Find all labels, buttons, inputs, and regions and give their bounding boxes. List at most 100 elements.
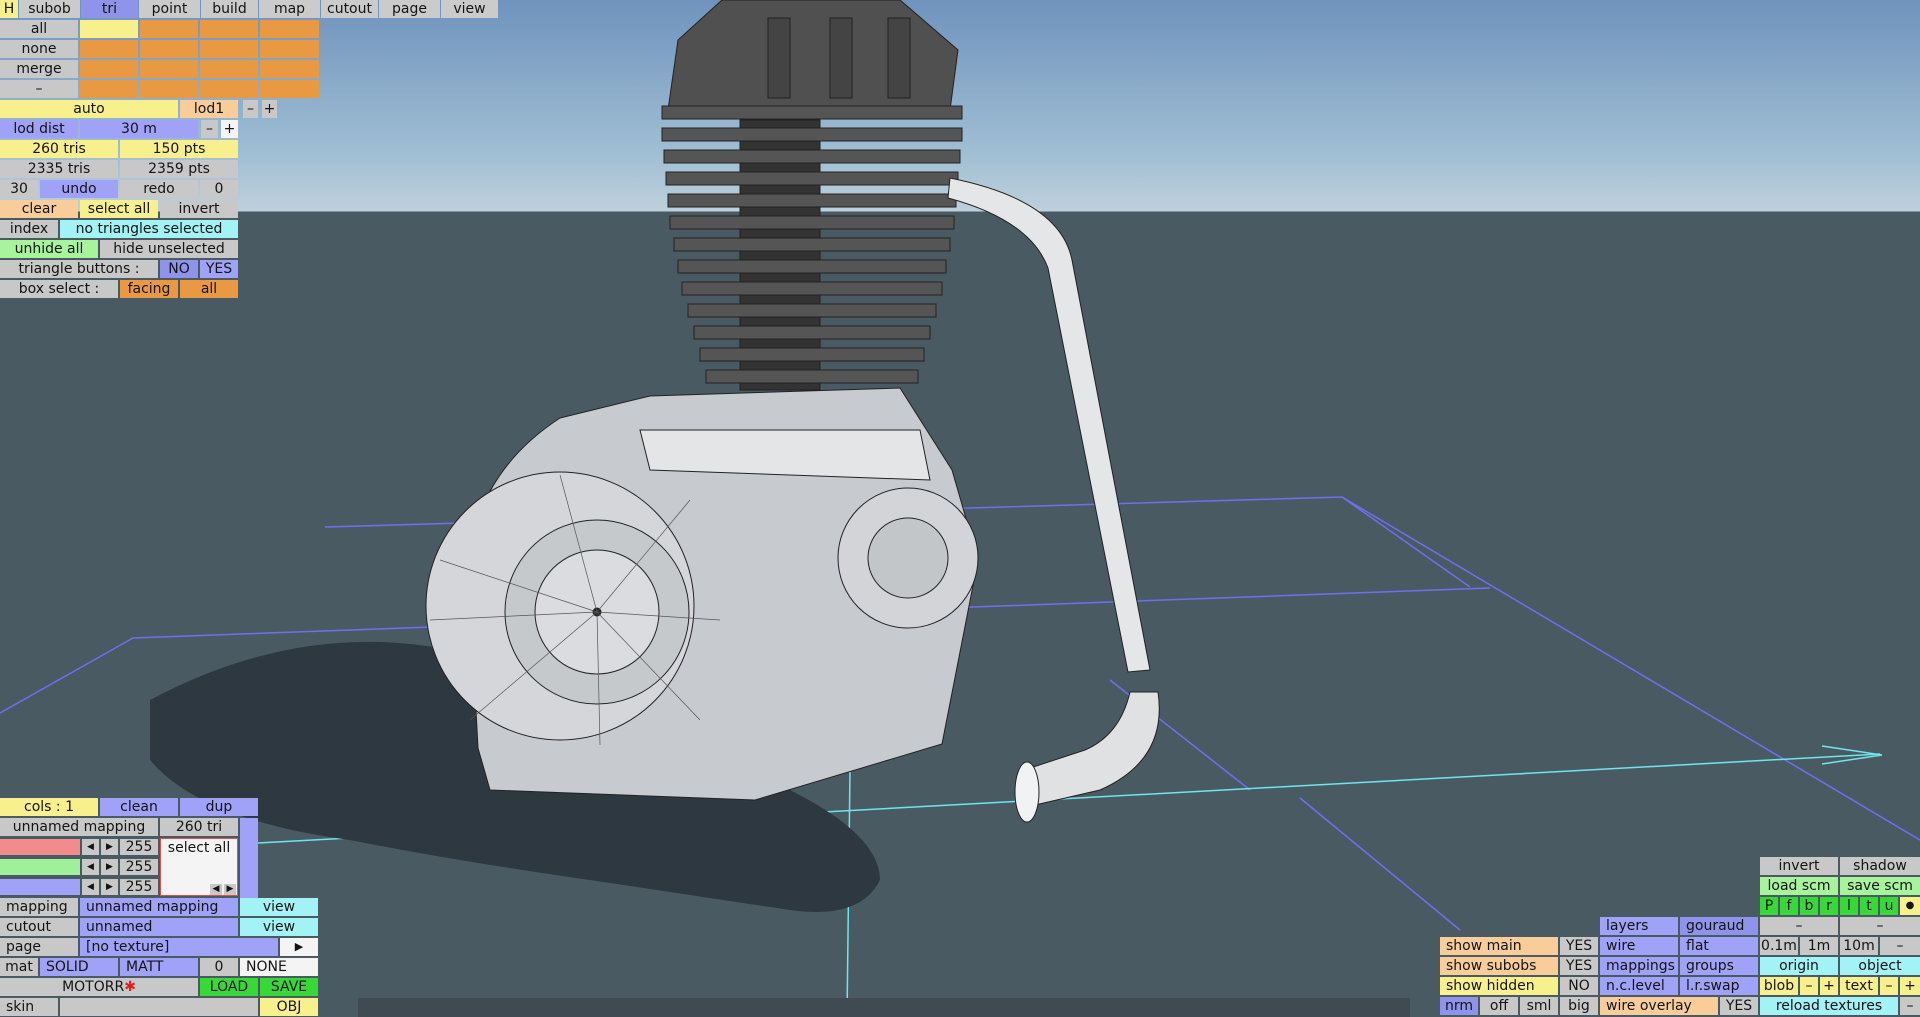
select-cell[interactable] <box>140 80 198 98</box>
select-cell[interactable] <box>200 80 258 98</box>
3d-viewport[interactable] <box>0 0 1920 1017</box>
color-scrollbar[interactable] <box>240 818 258 898</box>
list-right-arrow[interactable]: ▶ <box>224 884 236 895</box>
tab-page[interactable]: page <box>379 0 440 18</box>
select-all-row[interactable]: all <box>0 20 78 38</box>
tab-point[interactable]: point <box>139 0 200 18</box>
lod-dist-plus-button[interactable]: + <box>221 120 238 138</box>
reload-dash-button[interactable]: – <box>1900 997 1920 1015</box>
red-slider[interactable] <box>0 839 80 855</box>
blob-plus-button[interactable]: + <box>1820 977 1838 995</box>
lr-swap-button[interactable]: l.r.swap <box>1680 977 1758 995</box>
select-cell[interactable] <box>260 40 319 58</box>
tab-map[interactable]: map <box>259 0 320 18</box>
select-cell[interactable] <box>140 20 198 38</box>
page-play-button[interactable]: ▶ <box>280 938 318 956</box>
flag-dot-icon[interactable]: ● <box>1900 897 1920 915</box>
blue-left-arrow[interactable]: ◀ <box>82 879 99 895</box>
layers-button[interactable]: layers <box>1600 917 1678 935</box>
select-none-row[interactable]: none <box>0 40 78 58</box>
wire-button[interactable]: wire <box>1600 937 1678 955</box>
lod-minus-button[interactable]: – <box>243 100 258 118</box>
wire-overlay-toggle[interactable]: YES <box>1720 997 1758 1015</box>
show-main-toggle[interactable]: YES <box>1560 937 1598 955</box>
green-slider[interactable] <box>0 859 80 875</box>
lod-plus-button[interactable]: + <box>262 100 277 118</box>
mat-solid-button[interactable]: SOLID <box>40 958 118 976</box>
mapping-view-button[interactable]: view <box>240 898 318 916</box>
text-plus-button[interactable]: + <box>1900 977 1920 995</box>
grid-01m-button[interactable]: 0.1m <box>1760 937 1798 955</box>
box-select-all[interactable]: all <box>180 280 238 298</box>
tab-build[interactable]: build <box>201 0 258 18</box>
cutout-view-button[interactable]: view <box>240 918 318 936</box>
flag-f[interactable]: f <box>1780 897 1798 915</box>
flag-u[interactable]: u <box>1880 897 1898 915</box>
flat-button[interactable]: flat <box>1680 937 1758 955</box>
shadow-button[interactable]: shadow <box>1840 857 1920 875</box>
big-button[interactable]: big <box>1560 997 1598 1015</box>
hide-unselected-button[interactable]: hide unselected <box>100 240 238 258</box>
blob-minus-button[interactable]: – <box>1800 977 1818 995</box>
select-cell[interactable] <box>200 40 258 58</box>
object-button[interactable]: object <box>1840 957 1920 975</box>
flag-p[interactable]: P <box>1760 897 1778 915</box>
origin-button[interactable]: origin <box>1760 957 1838 975</box>
sml-button[interactable]: sml <box>1520 997 1558 1015</box>
help-tab[interactable]: H <box>0 0 18 18</box>
save-scm-button[interactable]: save scm <box>1840 877 1920 895</box>
obj-button[interactable]: OBJ <box>260 998 318 1016</box>
lod-dist-value[interactable]: 30 m <box>80 120 198 138</box>
triangle-buttons-no[interactable]: NO <box>160 260 198 278</box>
select-dash-row[interactable]: – <box>0 80 78 98</box>
triangle-buttons-yes[interactable]: YES <box>200 260 238 278</box>
nrm-button[interactable]: nrm <box>1440 997 1478 1015</box>
select-cell[interactable] <box>80 80 138 98</box>
lod-dist-minus-button[interactable]: – <box>201 120 218 138</box>
select-cell[interactable] <box>260 80 319 98</box>
list-left-arrow[interactable]: ◀ <box>210 884 222 895</box>
show-subobs-toggle[interactable]: YES <box>1560 957 1598 975</box>
grid-10m-button[interactable]: 10m <box>1840 937 1878 955</box>
cutout-value[interactable]: unnamed <box>80 918 238 936</box>
display-dash-left[interactable]: – <box>1760 917 1838 935</box>
blue-right-arrow[interactable]: ▶ <box>101 879 118 895</box>
grid-1m-button[interactable]: 1m <box>1800 937 1838 955</box>
show-hidden-toggle[interactable]: NO <box>1560 977 1598 995</box>
off-button[interactable]: off <box>1480 997 1518 1015</box>
display-invert-button[interactable]: invert <box>1760 857 1838 875</box>
select-all-button[interactable]: select all <box>80 200 158 218</box>
blue-slider[interactable] <box>0 879 80 895</box>
grid-dash-button[interactable]: – <box>1880 937 1920 955</box>
unhide-all-button[interactable]: unhide all <box>0 240 98 258</box>
box-select-facing[interactable]: facing <box>120 280 178 298</box>
select-cell[interactable] <box>260 60 319 78</box>
text-button[interactable]: text <box>1840 977 1878 995</box>
mapping-value[interactable]: unnamed mapping <box>80 898 238 916</box>
index-button[interactable]: index <box>0 220 58 238</box>
save-button[interactable]: SAVE <box>260 978 318 996</box>
tab-tri[interactable]: tri <box>81 0 138 18</box>
text-minus-button[interactable]: – <box>1880 977 1898 995</box>
gouraud-button[interactable]: gouraud <box>1680 917 1758 935</box>
cols-button[interactable]: cols : 1 <box>0 798 98 816</box>
flag-t[interactable]: t <box>1860 897 1878 915</box>
lod-auto-button[interactable]: auto <box>0 100 178 118</box>
nc-level-button[interactable]: n.c.level <box>1600 977 1678 995</box>
redo-button[interactable]: redo <box>120 180 198 198</box>
flag-b[interactable]: b <box>1800 897 1818 915</box>
reload-textures-button[interactable]: reload textures <box>1760 997 1898 1015</box>
color-list-item[interactable]: select all <box>168 840 230 856</box>
flag-r[interactable]: r <box>1820 897 1838 915</box>
tab-subob[interactable]: subob <box>19 0 80 18</box>
dup-button[interactable]: dup <box>180 798 258 816</box>
green-right-arrow[interactable]: ▶ <box>101 859 118 875</box>
tab-view[interactable]: view <box>441 0 498 18</box>
display-dash-right[interactable]: – <box>1840 917 1920 935</box>
flag-l[interactable]: l <box>1840 897 1858 915</box>
select-cell[interactable] <box>80 60 138 78</box>
load-scm-button[interactable]: load scm <box>1760 877 1838 895</box>
select-cell[interactable] <box>80 40 138 58</box>
mat-matt-button[interactable]: MATT <box>120 958 198 976</box>
red-right-arrow[interactable]: ▶ <box>101 839 118 855</box>
